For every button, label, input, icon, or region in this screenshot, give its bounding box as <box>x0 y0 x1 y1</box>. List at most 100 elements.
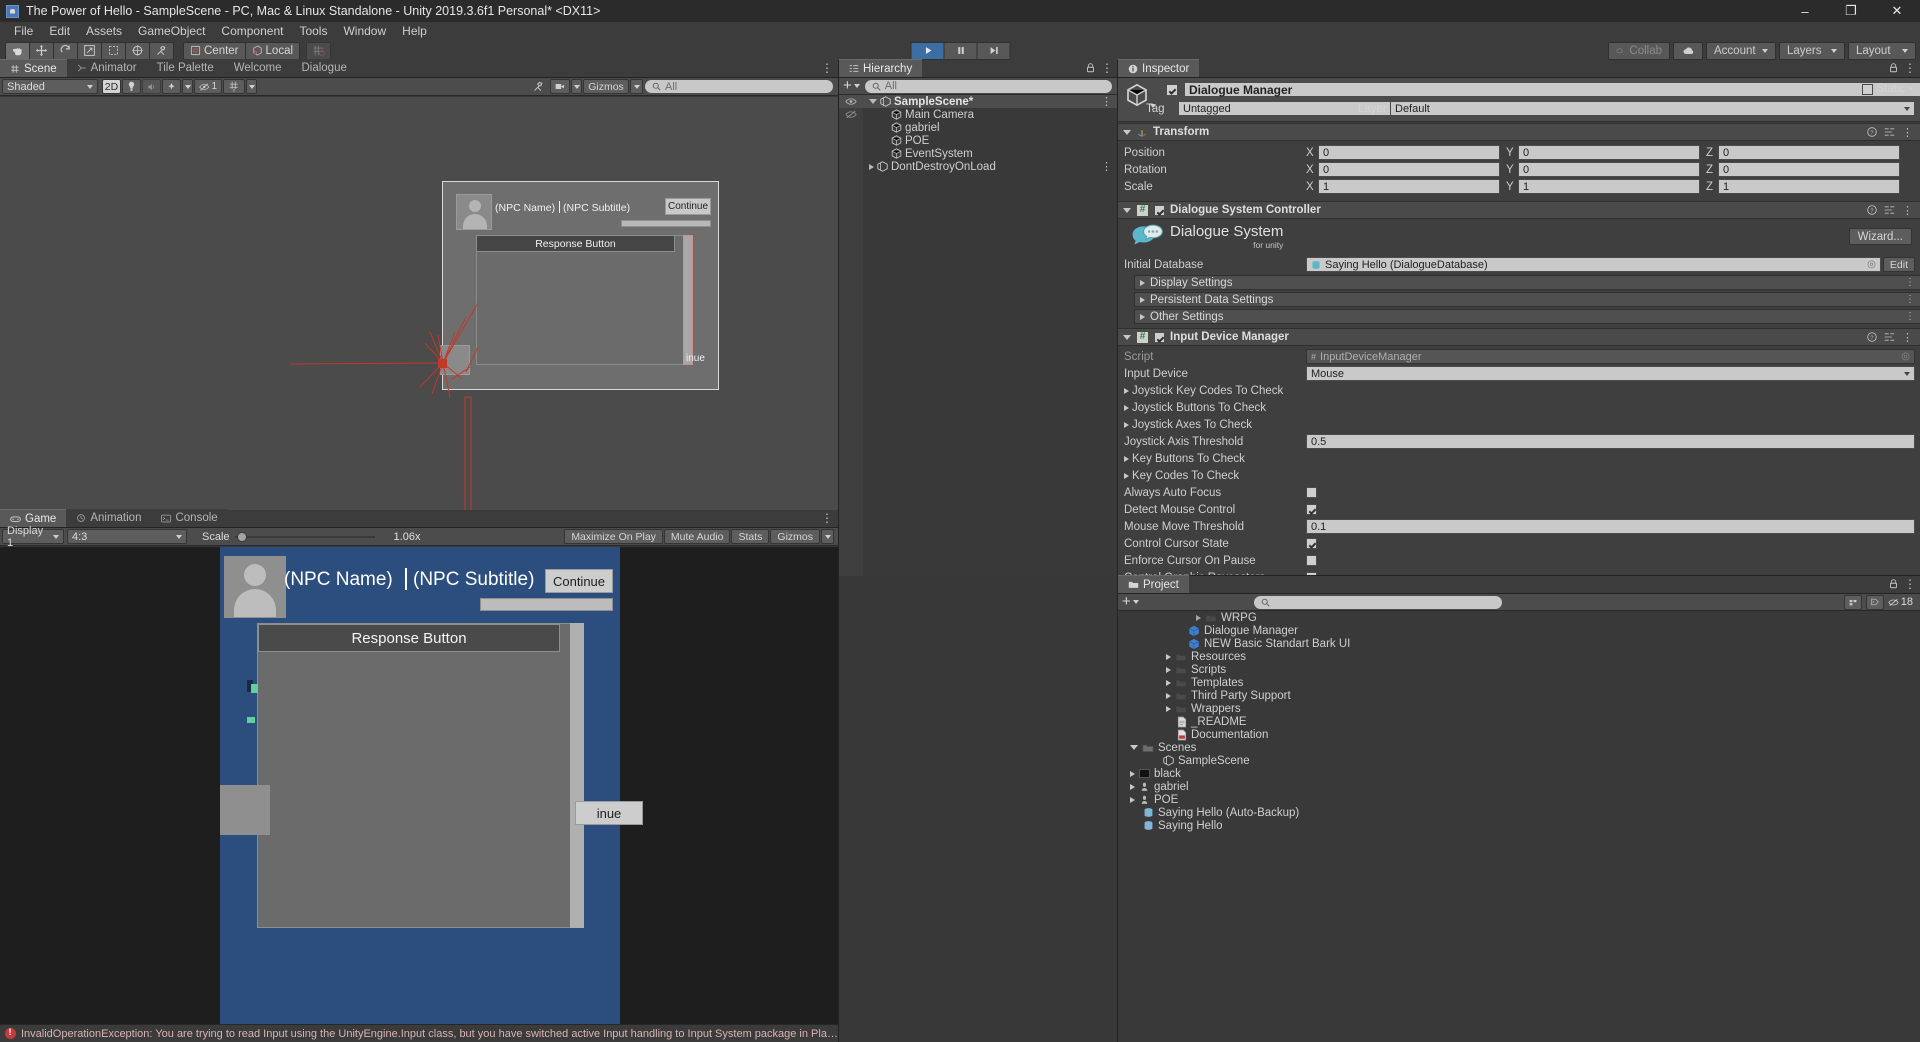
enforce-cursor-on-pause-checkbox[interactable] <box>1306 555 1317 566</box>
project-row-scenes[interactable]: Scenes <box>1118 741 1920 754</box>
scene-audio-toggle[interactable] <box>142 79 161 94</box>
project-menu-icon[interactable]: ⋮ <box>1904 577 1916 591</box>
tab-hierarchy[interactable]: Hierarchy <box>839 59 923 77</box>
project-row-scripts[interactable]: Scripts <box>1118 663 1920 676</box>
expand-arrow-icon[interactable] <box>1130 783 1135 790</box>
expand-arrow-icon[interactable] <box>1124 472 1129 479</box>
menu-assets[interactable]: Assets <box>78 22 130 40</box>
menu-tools[interactable]: Tools <box>291 22 335 40</box>
collapse-arrow-icon[interactable] <box>1123 207 1131 213</box>
transform-component-header[interactable]: Transform ? ⋮ <box>1118 123 1920 141</box>
project-row-templates[interactable]: Templates <box>1118 676 1920 689</box>
expand-arrow-icon[interactable] <box>1166 692 1171 699</box>
menu-gameobject[interactable]: GameObject <box>130 22 213 40</box>
foldout-menu-icon[interactable]: ⋮ <box>1905 294 1920 305</box>
project-row-wrpg[interactable]: WRPG <box>1118 611 1920 624</box>
foldout-menu-icon[interactable]: ⋮ <box>1905 277 1920 288</box>
tab-project[interactable]: Project <box>1118 575 1189 593</box>
always-auto-focus-checkbox[interactable] <box>1306 487 1317 498</box>
tag-dropdown[interactable]: Untagged <box>1178 101 1426 116</box>
expand-arrow-icon[interactable] <box>1124 404 1129 411</box>
project-row-readme[interactable]: _README <box>1118 715 1920 728</box>
object-name-input[interactable]: Dialogue Manager <box>1184 82 1920 97</box>
dialogue-system-controller-header[interactable]: # Dialogue System Controller ? ⋮ <box>1118 201 1920 219</box>
game-response-button[interactable]: Response Button <box>258 624 560 652</box>
project-row-saying-hello-backup[interactable]: Saying Hello (Auto-Backup) <box>1118 806 1920 819</box>
pause-button[interactable] <box>943 41 978 60</box>
move-tool-icon[interactable] <box>29 41 54 60</box>
scene-grid-toggle[interactable]: z <box>223 79 245 94</box>
display-settings-foldout[interactable]: Display Settings ⋮ <box>1134 275 1920 290</box>
rotate-tool-icon[interactable] <box>53 41 78 60</box>
inspector-menu-icon[interactable]: ⋮ <box>1904 61 1916 75</box>
layers-button[interactable]: Layers <box>1779 41 1845 60</box>
foldout-menu-icon[interactable]: ⋮ <box>1905 311 1920 322</box>
scene-fx-toggle[interactable] <box>162 79 181 94</box>
wizard-button[interactable]: Wizard... <box>1848 228 1912 245</box>
preset-icon[interactable] <box>1884 127 1895 137</box>
idm-row-key-buttons[interactable]: Key Buttons To Check <box>1118 450 1920 467</box>
component-menu-icon[interactable]: ⋮ <box>1902 331 1913 344</box>
object-enabled-checkbox[interactable] <box>1166 84 1178 96</box>
expand-arrow-icon[interactable] <box>1166 666 1171 673</box>
play-button[interactable] <box>910 41 945 60</box>
menu-window[interactable]: Window <box>335 22 394 40</box>
help-icon[interactable]: ? <box>1867 127 1877 137</box>
menu-file[interactable]: File <box>6 22 41 40</box>
static-checkbox[interactable] <box>1862 83 1874 95</box>
hierarchy-row-dontdestroyonload[interactable]: DontDestroyOnLoad ⋮ <box>839 160 1117 173</box>
cloud-button[interactable] <box>1673 41 1703 60</box>
project-row-resources[interactable]: Resources <box>1118 650 1920 663</box>
visibility-toggle-icon[interactable] <box>839 97 863 106</box>
tab-tile-palette[interactable]: Tile Palette <box>146 59 224 77</box>
expand-arrow-icon[interactable] <box>869 163 874 170</box>
step-button[interactable] <box>976 41 1011 60</box>
dialogue-system-enabled-checkbox[interactable] <box>1154 204 1165 216</box>
detect-mouse-control-checkbox[interactable] <box>1306 504 1317 515</box>
project-filter-type-icon[interactable] <box>1843 594 1862 610</box>
status-bar[interactable]: InvalidOperationException: You are tryin… <box>0 1024 838 1042</box>
close-button[interactable]: ✕ <box>1874 0 1920 22</box>
hierarchy-row-poe[interactable]: POE <box>839 134 1117 147</box>
project-row-poe[interactable]: POE <box>1118 793 1920 806</box>
custom-tool-icon[interactable] <box>149 41 174 60</box>
scene-continue-button[interactable]: Continue <box>665 198 711 215</box>
menu-component[interactable]: Component <box>213 22 291 40</box>
chevron-down-icon[interactable] <box>1908 87 1914 91</box>
tab-dialogue[interactable]: Dialogue <box>291 59 357 77</box>
collapse-arrow-icon[interactable] <box>1123 129 1131 135</box>
position-y-input[interactable]: 0 <box>1518 145 1700 160</box>
project-add-button[interactable]: + <box>1122 594 1139 609</box>
project-row-gabriel[interactable]: gabriel <box>1118 780 1920 793</box>
pivot-rotation-button[interactable]: Local <box>244 41 301 60</box>
idm-row-joystick-buttons[interactable]: Joystick Buttons To Check <box>1118 399 1920 416</box>
idm-row-joystick-axes[interactable]: Joystick Axes To Check <box>1118 416 1920 433</box>
control-cursor-state-checkbox[interactable] <box>1306 538 1317 549</box>
scale-slider[interactable]: Scale 1.06x <box>202 531 420 543</box>
hierarchy-row-menu-icon[interactable]: ⋮ <box>1101 160 1112 173</box>
static-checkbox-group[interactable]: Static <box>1862 83 1914 95</box>
account-button[interactable]: Account <box>1706 41 1776 60</box>
object-picker-icon[interactable]: ◎ <box>1867 259 1876 270</box>
scene-search-input[interactable]: All <box>644 79 834 94</box>
scale-x-input[interactable]: 1 <box>1318 179 1500 194</box>
game-scrollbar[interactable] <box>570 623 584 928</box>
lock-icon[interactable] <box>1889 63 1898 73</box>
idm-row-key-codes[interactable]: Key Codes To Check <box>1118 467 1920 484</box>
hierarchy-menu-icon[interactable]: ⋮ <box>1101 61 1113 75</box>
expand-arrow-icon[interactable] <box>1130 770 1135 777</box>
hierarchy-row-menu-icon[interactable]: ⋮ <box>1101 95 1112 108</box>
expand-arrow-icon[interactable] <box>1130 796 1135 803</box>
expand-arrow-icon[interactable] <box>1196 614 1201 621</box>
draw-mode-dropdown[interactable]: Shaded <box>2 79 98 94</box>
hand-tool-icon[interactable] <box>5 41 30 60</box>
scene-tools-icon[interactable] <box>527 79 549 94</box>
help-icon[interactable]: ? <box>1867 332 1877 342</box>
expand-arrow-icon[interactable] <box>1166 679 1171 686</box>
hierarchy-search-input[interactable]: All <box>863 78 1113 94</box>
mute-audio-button[interactable]: Mute Audio <box>663 529 731 544</box>
game-gizmos-dropdown[interactable] <box>821 529 834 544</box>
pivot-mode-button[interactable]: Center <box>183 41 246 60</box>
scene-hidden-objects-toggle[interactable]: 1 <box>194 79 222 94</box>
project-row-documentation[interactable]: Documentation <box>1118 728 1920 741</box>
